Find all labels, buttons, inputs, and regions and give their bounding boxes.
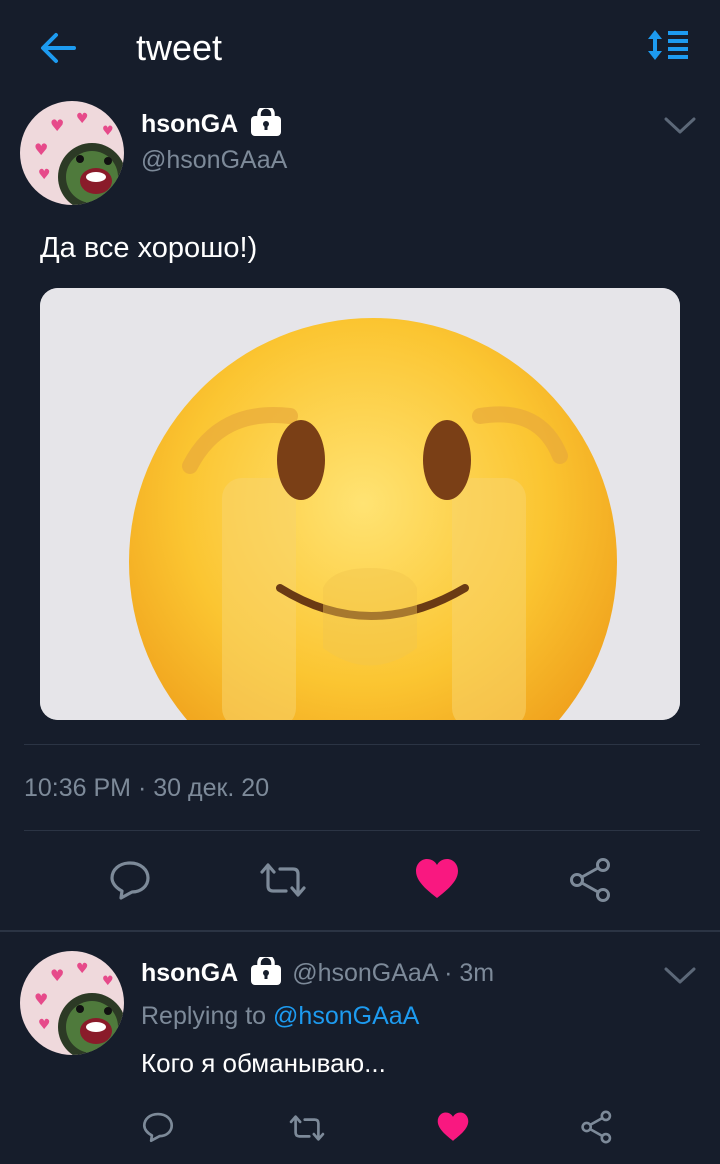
svg-text:♥: ♥ xyxy=(38,167,51,183)
share-icon xyxy=(581,1110,612,1144)
replying-to-link[interactable]: @hsonGAaA xyxy=(273,1002,419,1030)
lock-icon xyxy=(250,105,282,143)
replying-to-label: Replying to xyxy=(141,1002,274,1030)
tweet-timestamp: 10:36 PM · 30 дек. 20 xyxy=(24,774,270,802)
tweet-text: Да все хорошо!) xyxy=(40,232,258,264)
page-title: tweet xyxy=(136,27,223,68)
arrow-left-icon xyxy=(41,33,76,63)
svg-text:♥: ♥ xyxy=(102,974,114,989)
sort-button[interactable] xyxy=(644,26,692,66)
sort-icon xyxy=(648,30,688,60)
retweet-icon xyxy=(260,863,306,897)
svg-text:♥: ♥ xyxy=(50,116,64,135)
reply-text: Кого я обманываю... xyxy=(141,1048,386,1078)
reply-author-name: hsonGA xyxy=(141,959,239,988)
divider xyxy=(24,744,700,745)
svg-text:♥: ♥ xyxy=(38,1017,51,1033)
author-name-row[interactable]: hsonGA xyxy=(141,105,282,143)
retweet-button[interactable] xyxy=(288,1112,326,1149)
svg-text:♥: ♥ xyxy=(34,990,48,1009)
top-bar: tweet xyxy=(0,0,720,96)
avatar-image: ♥ ♥ ♥ ♥ ♥ xyxy=(20,101,124,205)
author-name: hsonGA xyxy=(141,110,239,139)
heart-icon xyxy=(416,859,458,898)
svg-text:♥: ♥ xyxy=(76,111,89,127)
divider xyxy=(24,830,700,831)
replying-to-line: Replying to @hsonGAaA xyxy=(141,1002,419,1031)
lock-icon xyxy=(250,954,282,992)
thread-separator xyxy=(0,930,720,932)
like-button[interactable] xyxy=(414,857,460,906)
crying-face-emoji-image xyxy=(40,288,680,720)
retweet-button[interactable] xyxy=(258,859,308,906)
reply-avatar[interactable]: ♥ ♥ ♥ ♥ ♥ xyxy=(20,951,124,1055)
share-icon xyxy=(570,858,610,902)
reply-icon xyxy=(110,861,150,900)
share-button[interactable] xyxy=(580,1110,614,1149)
svg-text:♥: ♥ xyxy=(50,966,64,985)
avatar-image: ♥ ♥ ♥ ♥ ♥ xyxy=(20,951,124,1055)
svg-text:♥: ♥ xyxy=(102,124,114,139)
reply-author-row[interactable]: hsonGA @hsonGAaA · 3m xyxy=(141,954,495,992)
like-button[interactable] xyxy=(436,1111,470,1148)
reply-button[interactable] xyxy=(141,1111,175,1148)
retweet-icon xyxy=(289,1115,325,1141)
chevron-down-icon xyxy=(664,967,696,984)
tweet-options-button[interactable] xyxy=(662,113,698,137)
svg-text:♥: ♥ xyxy=(76,961,89,977)
heart-icon xyxy=(437,1112,469,1141)
reply-handle-time: @hsonGAaA · 3m xyxy=(292,959,495,988)
back-button[interactable] xyxy=(34,24,82,72)
reply-button[interactable] xyxy=(108,859,152,906)
reply-icon xyxy=(142,1112,174,1143)
avatar[interactable]: ♥ ♥ ♥ ♥ ♥ xyxy=(20,101,124,205)
svg-text:♥: ♥ xyxy=(34,140,48,159)
reply-options-button[interactable] xyxy=(662,963,698,987)
author-handle: @hsonGAaA xyxy=(141,146,288,174)
tweet-media[interactable] xyxy=(40,288,680,720)
share-button[interactable] xyxy=(568,857,614,908)
chevron-down-icon xyxy=(664,117,696,134)
